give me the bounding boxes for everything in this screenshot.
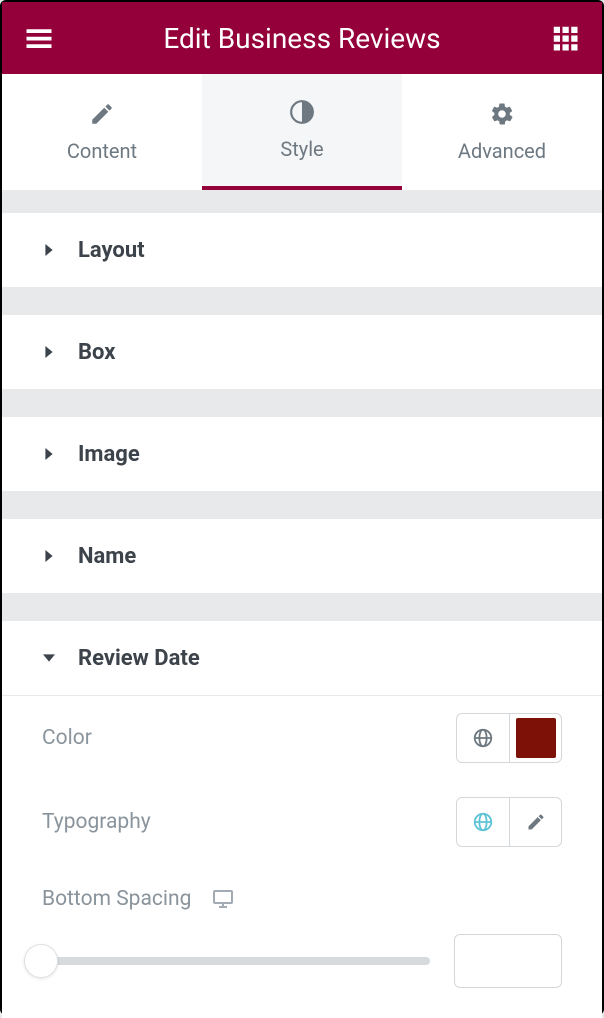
color-swatch	[516, 718, 556, 758]
tab-label: Style	[280, 137, 323, 161]
section-box[interactable]: Box	[2, 315, 602, 389]
section-review-date[interactable]: Review Date	[2, 621, 602, 695]
menu-icon[interactable]	[24, 23, 54, 53]
page-title: Edit Business Reviews	[163, 22, 440, 55]
bottom-spacing-slider-row	[24, 934, 562, 1018]
global-color-button[interactable]	[457, 714, 509, 762]
section-title: Layout	[78, 238, 145, 263]
section-title: Image	[78, 442, 140, 467]
global-typography-button[interactable]	[457, 798, 509, 846]
tabs: Content Style Advanced	[2, 74, 602, 190]
section-name[interactable]: Name	[2, 519, 602, 593]
caret-right-icon	[42, 243, 56, 257]
color-swatch-button[interactable]	[509, 714, 561, 762]
section-title: Review Date	[78, 646, 200, 671]
tab-label: Advanced	[458, 139, 546, 163]
section-title: Box	[78, 340, 115, 365]
tab-content[interactable]: Content	[2, 74, 202, 190]
caret-down-icon	[42, 651, 56, 665]
tab-style[interactable]: Style	[202, 74, 402, 190]
header: Edit Business Reviews	[2, 2, 602, 74]
section-review-date-body: Color Typography	[2, 695, 602, 1018]
edit-typography-button[interactable]	[509, 798, 561, 846]
typography-label: Typography	[42, 810, 151, 834]
typography-control: Typography	[42, 780, 562, 864]
bottom-spacing-slider[interactable]	[24, 957, 430, 965]
color-control: Color	[42, 696, 562, 780]
caret-right-icon	[42, 549, 56, 563]
caret-right-icon	[42, 345, 56, 359]
section-layout[interactable]: Layout	[2, 213, 602, 287]
color-picker-group	[456, 713, 562, 763]
section-title: Name	[78, 544, 136, 569]
slider-thumb[interactable]	[24, 944, 58, 978]
sections: Layout Box Image Name Review Date Color	[2, 190, 602, 1018]
bottom-spacing-label: Bottom Spacing	[42, 887, 191, 911]
caret-right-icon	[42, 447, 56, 461]
color-label: Color	[42, 726, 92, 750]
typography-picker-group	[456, 797, 562, 847]
apps-grid-icon[interactable]	[550, 23, 580, 53]
section-image[interactable]: Image	[2, 417, 602, 491]
desktop-icon[interactable]	[211, 887, 235, 911]
bottom-spacing-control: Bottom Spacing	[42, 864, 562, 934]
tab-advanced[interactable]: Advanced	[402, 74, 602, 190]
tab-label: Content	[67, 139, 137, 163]
bottom-spacing-input[interactable]	[454, 934, 562, 988]
